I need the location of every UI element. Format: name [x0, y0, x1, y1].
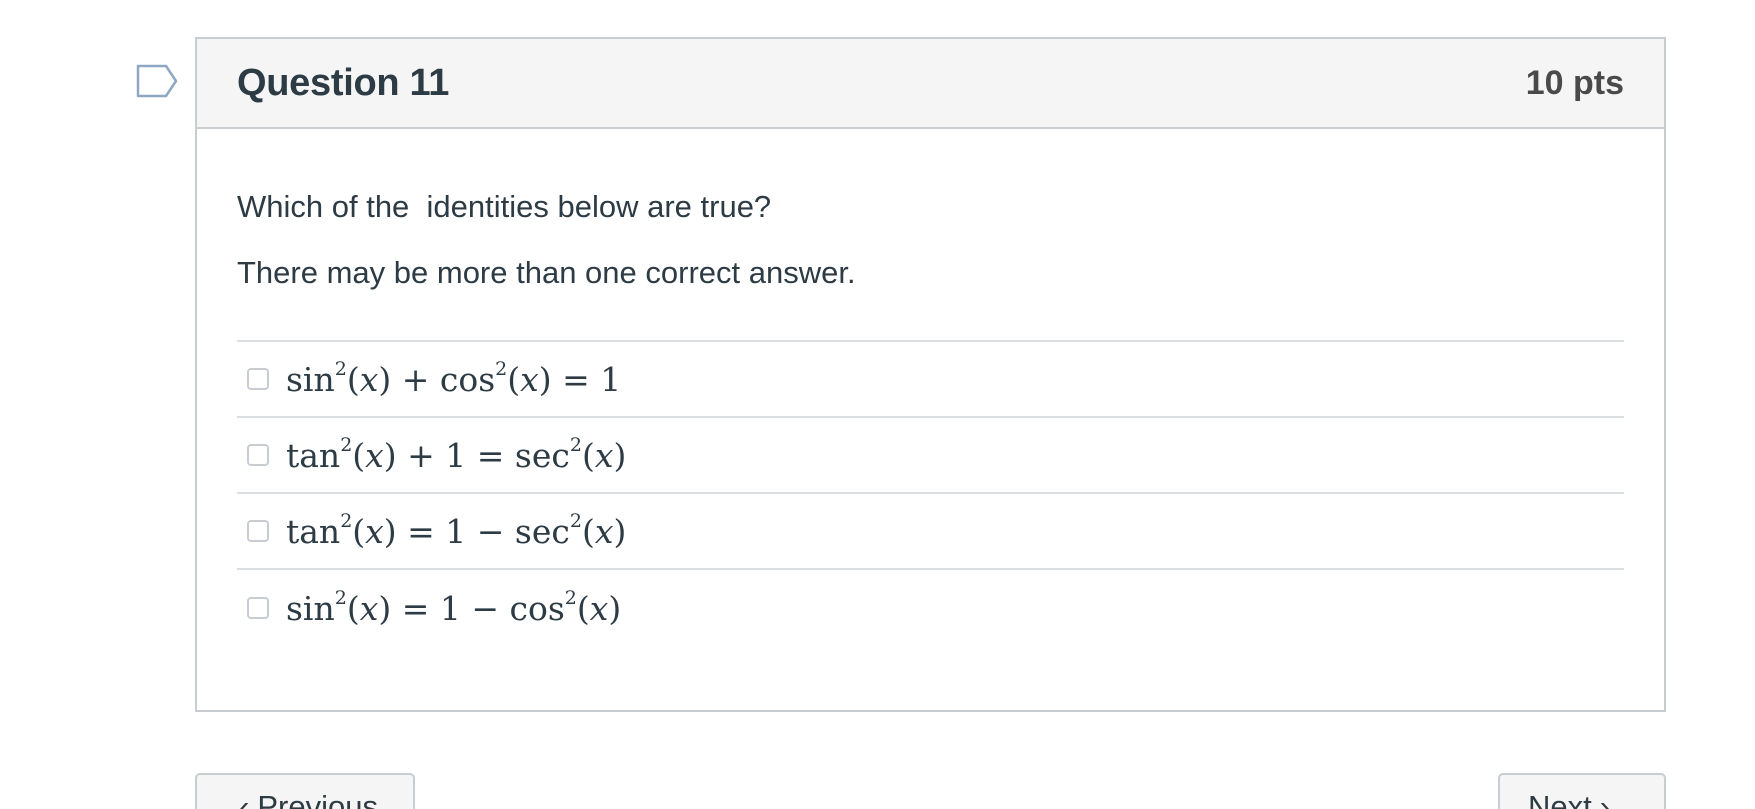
math-variable: x — [589, 588, 609, 628]
math-text: tan — [286, 435, 341, 475]
answer-option[interactable]: sin2(x) + cos2(x) = 1 — [237, 342, 1624, 418]
math-text: ) = 1 − cos — [378, 588, 565, 628]
math-text: ) — [608, 588, 622, 628]
answer-checkbox[interactable] — [247, 444, 269, 466]
previous-label: Previous — [257, 789, 378, 809]
chevron-left-icon: ‹ — [239, 789, 250, 809]
math-text: ) — [613, 435, 627, 475]
math-text: ) = 1 — [538, 359, 622, 399]
question-card: Question 11 10 pts Which of the identiti… — [195, 37, 1666, 712]
math-exponent: 2 — [569, 433, 582, 456]
math-text: ( — [507, 359, 521, 399]
math-text: ( — [576, 588, 590, 628]
question-header: Question 11 10 pts — [197, 39, 1664, 129]
math-text: ) — [613, 511, 627, 551]
math-exponent: 2 — [569, 509, 582, 532]
math-variable: x — [359, 359, 379, 399]
math-text: ( — [346, 588, 360, 628]
math-exponent: 2 — [564, 586, 577, 609]
question-instructions: There may be more than one correct answe… — [237, 255, 856, 290]
question-body: Which of the identities below are true? … — [197, 129, 1664, 646]
next-label: Next — [1528, 789, 1592, 809]
answer-math: tan2(x) = 1 − sec2(x) — [286, 509, 627, 551]
flag-question-icon[interactable] — [136, 64, 178, 98]
math-variable: x — [520, 359, 539, 399]
math-text: ) = 1 − sec — [383, 511, 570, 551]
answer-option[interactable]: sin2(x) = 1 − cos2(x) — [237, 570, 1624, 646]
next-button[interactable]: Next › — [1498, 773, 1666, 809]
math-exponent: 2 — [340, 433, 353, 456]
math-text: ) + 1 = sec — [383, 435, 570, 475]
quiz-page: Question 11 10 pts Which of the identiti… — [0, 0, 1755, 809]
math-variable: x — [594, 435, 614, 475]
math-text: ( — [346, 359, 360, 399]
answer-option[interactable]: tan2(x) = 1 − sec2(x) — [237, 494, 1624, 570]
answer-math: sin2(x) + cos2(x) = 1 — [286, 357, 622, 399]
answer-math: tan2(x) + 1 = sec2(x) — [286, 433, 627, 475]
math-exponent: 2 — [340, 509, 353, 532]
answer-math: sin2(x) = 1 − cos2(x) — [286, 586, 622, 628]
math-exponent: 2 — [334, 357, 347, 380]
previous-button[interactable]: ‹ Previous — [195, 773, 415, 809]
math-text: ) + cos — [378, 359, 496, 399]
math-exponent: 2 — [495, 357, 508, 380]
question-text: Which of the identities below are true? — [237, 189, 772, 224]
question-points: 10 pts — [1525, 63, 1624, 102]
answer-checkbox[interactable] — [247, 597, 269, 619]
math-variable: x — [365, 511, 384, 551]
math-text: sin — [286, 359, 335, 399]
answer-checkbox[interactable] — [247, 520, 269, 542]
math-text: tan — [286, 511, 341, 551]
math-variable: x — [359, 588, 379, 628]
math-text: ( — [581, 511, 595, 551]
math-text: ( — [352, 511, 366, 551]
math-text: ( — [581, 435, 595, 475]
chevron-right-icon: › — [1599, 789, 1611, 809]
answer-list: sin2(x) + cos2(x) = 1 tan2(x) + 1 = sec2… — [237, 340, 1624, 646]
answer-checkbox[interactable] — [247, 368, 269, 390]
math-text: ( — [352, 435, 366, 475]
answer-option[interactable]: tan2(x) + 1 = sec2(x) — [237, 418, 1624, 494]
question-title: Question 11 — [237, 61, 450, 104]
math-variable: x — [594, 511, 614, 551]
math-text: sin — [286, 588, 335, 628]
math-exponent: 2 — [334, 586, 347, 609]
math-variable: x — [365, 435, 384, 475]
